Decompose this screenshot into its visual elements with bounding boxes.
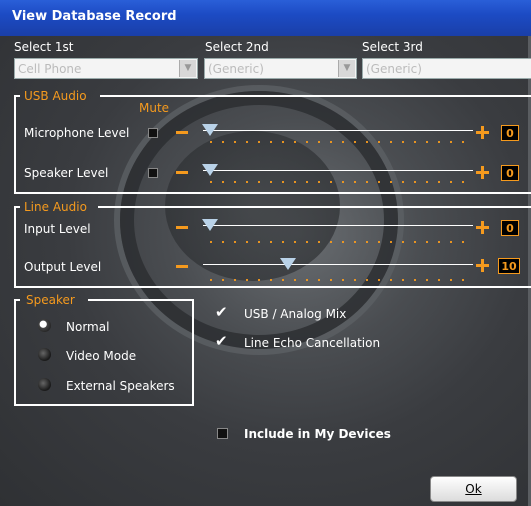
line-echo-cancellation-label: Line Echo Cancellation [244, 336, 381, 350]
input-level-thumb[interactable] [202, 219, 218, 231]
speaker-mute-checkbox[interactable] [148, 168, 158, 178]
select-1st-label: Select 1st [14, 40, 74, 54]
output-level-label: Output Level [24, 260, 102, 274]
microphone-level-thumb[interactable] [202, 124, 218, 136]
select-1st-value: Cell Phone [18, 62, 82, 76]
output-level-slider[interactable] [203, 264, 473, 265]
slider-ticks [205, 180, 473, 184]
input-level-slider[interactable] [203, 225, 473, 226]
output-level-thumb[interactable] [280, 258, 296, 270]
group-border [14, 299, 20, 301]
speaker-external-label: External Speakers [66, 379, 175, 393]
speaker-video-mode-radio[interactable] [38, 348, 51, 361]
speaker-level-value: 0 [501, 165, 519, 181]
group-border [98, 206, 531, 208]
line-audio-legend: Line Audio [24, 200, 87, 214]
input-level-value: 0 [501, 220, 519, 236]
chevron-down-icon[interactable]: ▼ [179, 60, 196, 77]
group-border [88, 299, 194, 301]
plus-icon[interactable] [476, 221, 489, 234]
group-border [14, 206, 20, 208]
speaker-video-mode-label: Video Mode [66, 349, 137, 363]
title-bar: View Database Record [0, 0, 531, 36]
speaker-legend: Speaker [26, 293, 75, 307]
include-in-my-devices-checkbox[interactable] [217, 428, 228, 439]
usb-analog-mix-label: USB / Analog Mix [244, 307, 347, 321]
window-title: View Database Record [12, 9, 177, 24]
dialog-window: View Database Record Select 1st Select 2… [0, 0, 531, 506]
speaker-external-radio[interactable] [38, 378, 51, 391]
input-level-label: Input Level [24, 222, 91, 236]
group-border [100, 95, 531, 97]
slider-ticks [205, 140, 473, 144]
minus-icon[interactable] [176, 131, 188, 134]
microphone-level-value: 0 [501, 125, 519, 141]
line-audio-group [14, 206, 531, 288]
slider-ticks [205, 240, 473, 244]
speaker-level-slider[interactable] [203, 170, 473, 171]
group-border [14, 95, 20, 97]
plus-icon[interactable] [476, 259, 489, 272]
ok-button[interactable]: Ok [430, 476, 517, 502]
microphone-mute-checkbox[interactable] [148, 128, 158, 138]
speaker-level-thumb[interactable] [202, 164, 218, 176]
microphone-level-slider[interactable] [203, 130, 473, 131]
usb-analog-mix-checkbox[interactable]: ✔ [215, 303, 228, 321]
select-3rd-dropdown[interactable]: (Generic) [362, 58, 531, 79]
usb-audio-legend: USB Audio [24, 89, 87, 103]
minus-icon[interactable] [176, 171, 188, 174]
mute-label: Mute [139, 101, 170, 115]
select-3rd-value: (Generic) [366, 62, 422, 76]
chevron-down-icon[interactable]: ▼ [338, 60, 355, 77]
select-2nd-label: Select 2nd [205, 40, 269, 54]
microphone-level-label: Microphone Level [24, 126, 130, 140]
slider-ticks [205, 278, 473, 282]
speaker-normal-radio[interactable] [38, 319, 51, 332]
select-2nd-dropdown[interactable]: (Generic) ▼ [204, 58, 357, 79]
select-2nd-value: (Generic) [208, 62, 264, 76]
select-3rd-label: Select 3rd [362, 40, 423, 54]
include-in-my-devices-label: Include in My Devices [244, 427, 391, 441]
speaker-level-label: Speaker Level [24, 166, 109, 180]
select-1st-dropdown[interactable]: Cell Phone ▼ [14, 58, 198, 79]
output-level-value: 10 [498, 258, 520, 274]
minus-icon[interactable] [176, 265, 188, 268]
plus-icon[interactable] [476, 166, 489, 179]
plus-icon[interactable] [476, 126, 489, 139]
speaker-normal-label: Normal [66, 320, 110, 334]
line-echo-cancellation-checkbox[interactable]: ✔ [215, 332, 228, 350]
ok-button-label: Ok [465, 482, 482, 496]
minus-icon[interactable] [176, 226, 188, 229]
